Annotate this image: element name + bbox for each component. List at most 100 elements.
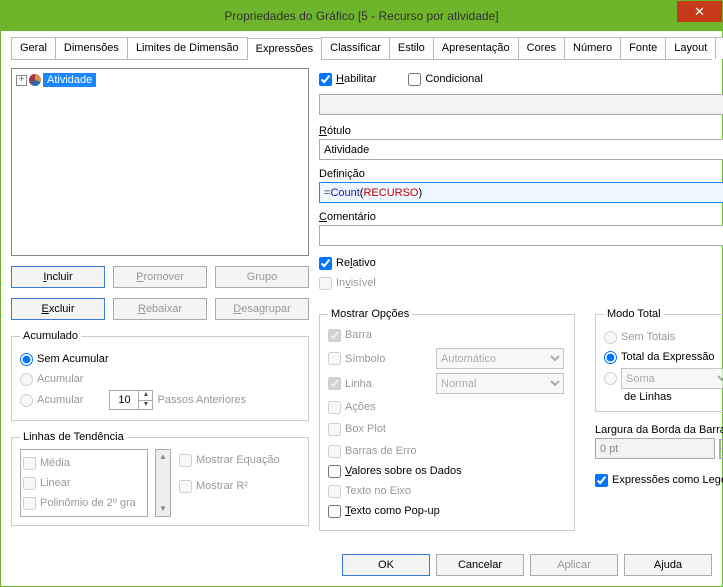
spin-down-icon[interactable]: ▼	[138, 401, 152, 410]
tab-classificar[interactable]: Classificar	[321, 37, 390, 59]
modo-total-fieldset: Modo Total Sem Totais Total da Expressão…	[595, 308, 723, 412]
rotulo-input[interactable]	[319, 139, 723, 160]
invisivel-check	[319, 277, 332, 290]
modo-total-legend: Modo Total	[604, 308, 664, 320]
trend-media-label: Média	[40, 457, 70, 469]
trend-poli-check	[23, 497, 36, 510]
relativo-label: Relativo	[336, 257, 376, 269]
tree-expand-icon[interactable]: +	[16, 75, 27, 86]
scroll-down-icon[interactable]: ▼	[156, 502, 170, 516]
barra-check	[328, 329, 341, 342]
texto-eixo-label: Texto no Eixo	[345, 485, 411, 497]
acoes-label: Ações	[345, 401, 376, 413]
passos-input[interactable]	[110, 391, 138, 409]
tree-item-label: Atividade	[43, 73, 96, 87]
tab-numero[interactable]: Número	[564, 37, 621, 59]
acumulado-fieldset: Acumulado Sem Acumular Acumular Acumular…	[11, 330, 309, 421]
mostrar-opcoes-fieldset: Mostrar Opções Barra Símbolo Automático …	[319, 308, 575, 531]
largura-spinner[interactable]: ▲▼	[719, 439, 723, 459]
tab-titulo[interactable]: Título	[715, 37, 723, 59]
titlebar: Propriedades do Gráfico [5 - Recurso por…	[1, 1, 722, 31]
comentario-input[interactable]	[319, 225, 723, 246]
radio-sem-acumular[interactable]	[20, 353, 33, 366]
expr-legenda-check[interactable]	[595, 474, 608, 487]
mostrar-equacao-check	[179, 454, 192, 467]
habilitar-check[interactable]	[319, 73, 332, 86]
close-button[interactable]: ✕	[677, 1, 722, 22]
label-passos: Passos Anteriores	[157, 394, 246, 406]
largura-borda-input	[595, 438, 715, 459]
mostrar-equacao-label: Mostrar Equação	[196, 454, 280, 466]
aplicar-button: Aplicar	[530, 554, 618, 576]
barras-erro-label: Barras de Erro	[345, 445, 417, 457]
condicional-input	[319, 94, 723, 115]
tab-expressoes[interactable]: Expressões	[247, 38, 322, 60]
linha-select: Normal	[436, 373, 564, 394]
scroll-up-icon[interactable]: ▲	[156, 450, 170, 464]
mostrar-r2-check	[179, 480, 192, 493]
grupo-button: Grupo	[215, 266, 309, 288]
dialog-buttons: OK Cancelar Aplicar Ajuda	[342, 554, 712, 576]
tab-estilo[interactable]: Estilo	[389, 37, 434, 59]
barras-erro-check	[328, 445, 341, 458]
trend-media-check	[23, 457, 36, 470]
simbolo-label: Símbolo	[345, 353, 385, 365]
linha-check	[328, 377, 341, 390]
label-total-expressao: Total da Expressão	[621, 351, 715, 363]
definicao-input[interactable]: =Count(RECURSO)	[319, 182, 723, 203]
desagrupar-button: Desagrupar	[215, 298, 309, 320]
pie-icon	[29, 74, 41, 86]
label-sem-acumular: Sem Acumular	[37, 353, 109, 365]
label-acumular: Acumular	[37, 373, 83, 385]
de-linhas-label: de Linhas	[624, 391, 723, 403]
ok-button[interactable]: OK	[342, 554, 430, 576]
mostrar-r2-label: Mostrar R²	[196, 480, 248, 492]
definicao-label: Definição	[319, 168, 723, 180]
linha-label: Linha	[345, 378, 372, 390]
tab-apresentacao[interactable]: Apresentação	[433, 37, 519, 59]
texto-popup-check[interactable]	[328, 505, 341, 518]
tab-fonte[interactable]: Fonte	[620, 37, 666, 59]
spin-up-icon[interactable]: ▲	[138, 391, 152, 401]
valores-dados-check[interactable]	[328, 465, 341, 478]
excluir-button[interactable]: Excluir	[11, 298, 105, 320]
simbolo-select: Automático	[436, 348, 564, 369]
simbolo-check	[328, 352, 341, 365]
tab-cores[interactable]: Cores	[518, 37, 565, 59]
passos-spinner[interactable]: ▲▼	[109, 390, 153, 410]
expression-tree[interactable]: + Atividade	[11, 68, 309, 256]
trend-scrollbar[interactable]: ▲▼	[155, 449, 171, 517]
ajuda-button[interactable]: Ajuda	[624, 554, 712, 576]
window-title: Propriedades do Gráfico [5 - Recurso por…	[224, 9, 498, 23]
promover-button: Promover	[113, 266, 207, 288]
condicional-check[interactable]	[408, 73, 421, 86]
trend-list[interactable]: Média Linear Polinômio de 2º gra	[20, 449, 148, 517]
tree-item-atividade[interactable]: + Atividade	[16, 73, 304, 87]
condicional-label: Condicional	[425, 73, 482, 85]
boxplot-label: Box Plot	[345, 423, 386, 435]
tab-geral[interactable]: Geral	[11, 37, 56, 59]
barra-label: Barra	[345, 329, 372, 341]
cancelar-button[interactable]: Cancelar	[436, 554, 524, 576]
acoes-check	[328, 401, 341, 414]
expr-legenda-label: Expressões como Legenda	[612, 474, 723, 486]
invisivel-label: Invisível	[336, 277, 376, 289]
tab-dimensoes[interactable]: Dimensões	[55, 37, 128, 59]
tab-limites[interactable]: Limites de Dimensão	[127, 37, 248, 59]
incluir-button[interactable]: Incluir	[11, 266, 105, 288]
mostrar-legend: Mostrar Opções	[328, 308, 412, 320]
comentario-label: Comentário	[319, 211, 723, 223]
acumulado-legend: Acumulado	[20, 330, 81, 342]
relativo-check[interactable]	[319, 257, 332, 270]
habilitar-label: Habilitar	[336, 73, 376, 85]
trend-linear-check	[23, 477, 36, 490]
texto-popup-label: Texto como Pop-up	[345, 505, 440, 517]
tendencia-legend: Linhas de Tendência	[20, 431, 127, 443]
rebaixar-button: Rebaixar	[113, 298, 207, 320]
radio-acumular-passos	[20, 394, 33, 407]
radio-total-expressao[interactable]	[604, 351, 617, 364]
tab-layout[interactable]: Layout	[665, 37, 716, 59]
largura-borda-label: Largura da Borda da Barra	[595, 424, 723, 436]
texto-eixo-check	[328, 485, 341, 498]
label-acumular2: Acumular	[37, 394, 83, 406]
